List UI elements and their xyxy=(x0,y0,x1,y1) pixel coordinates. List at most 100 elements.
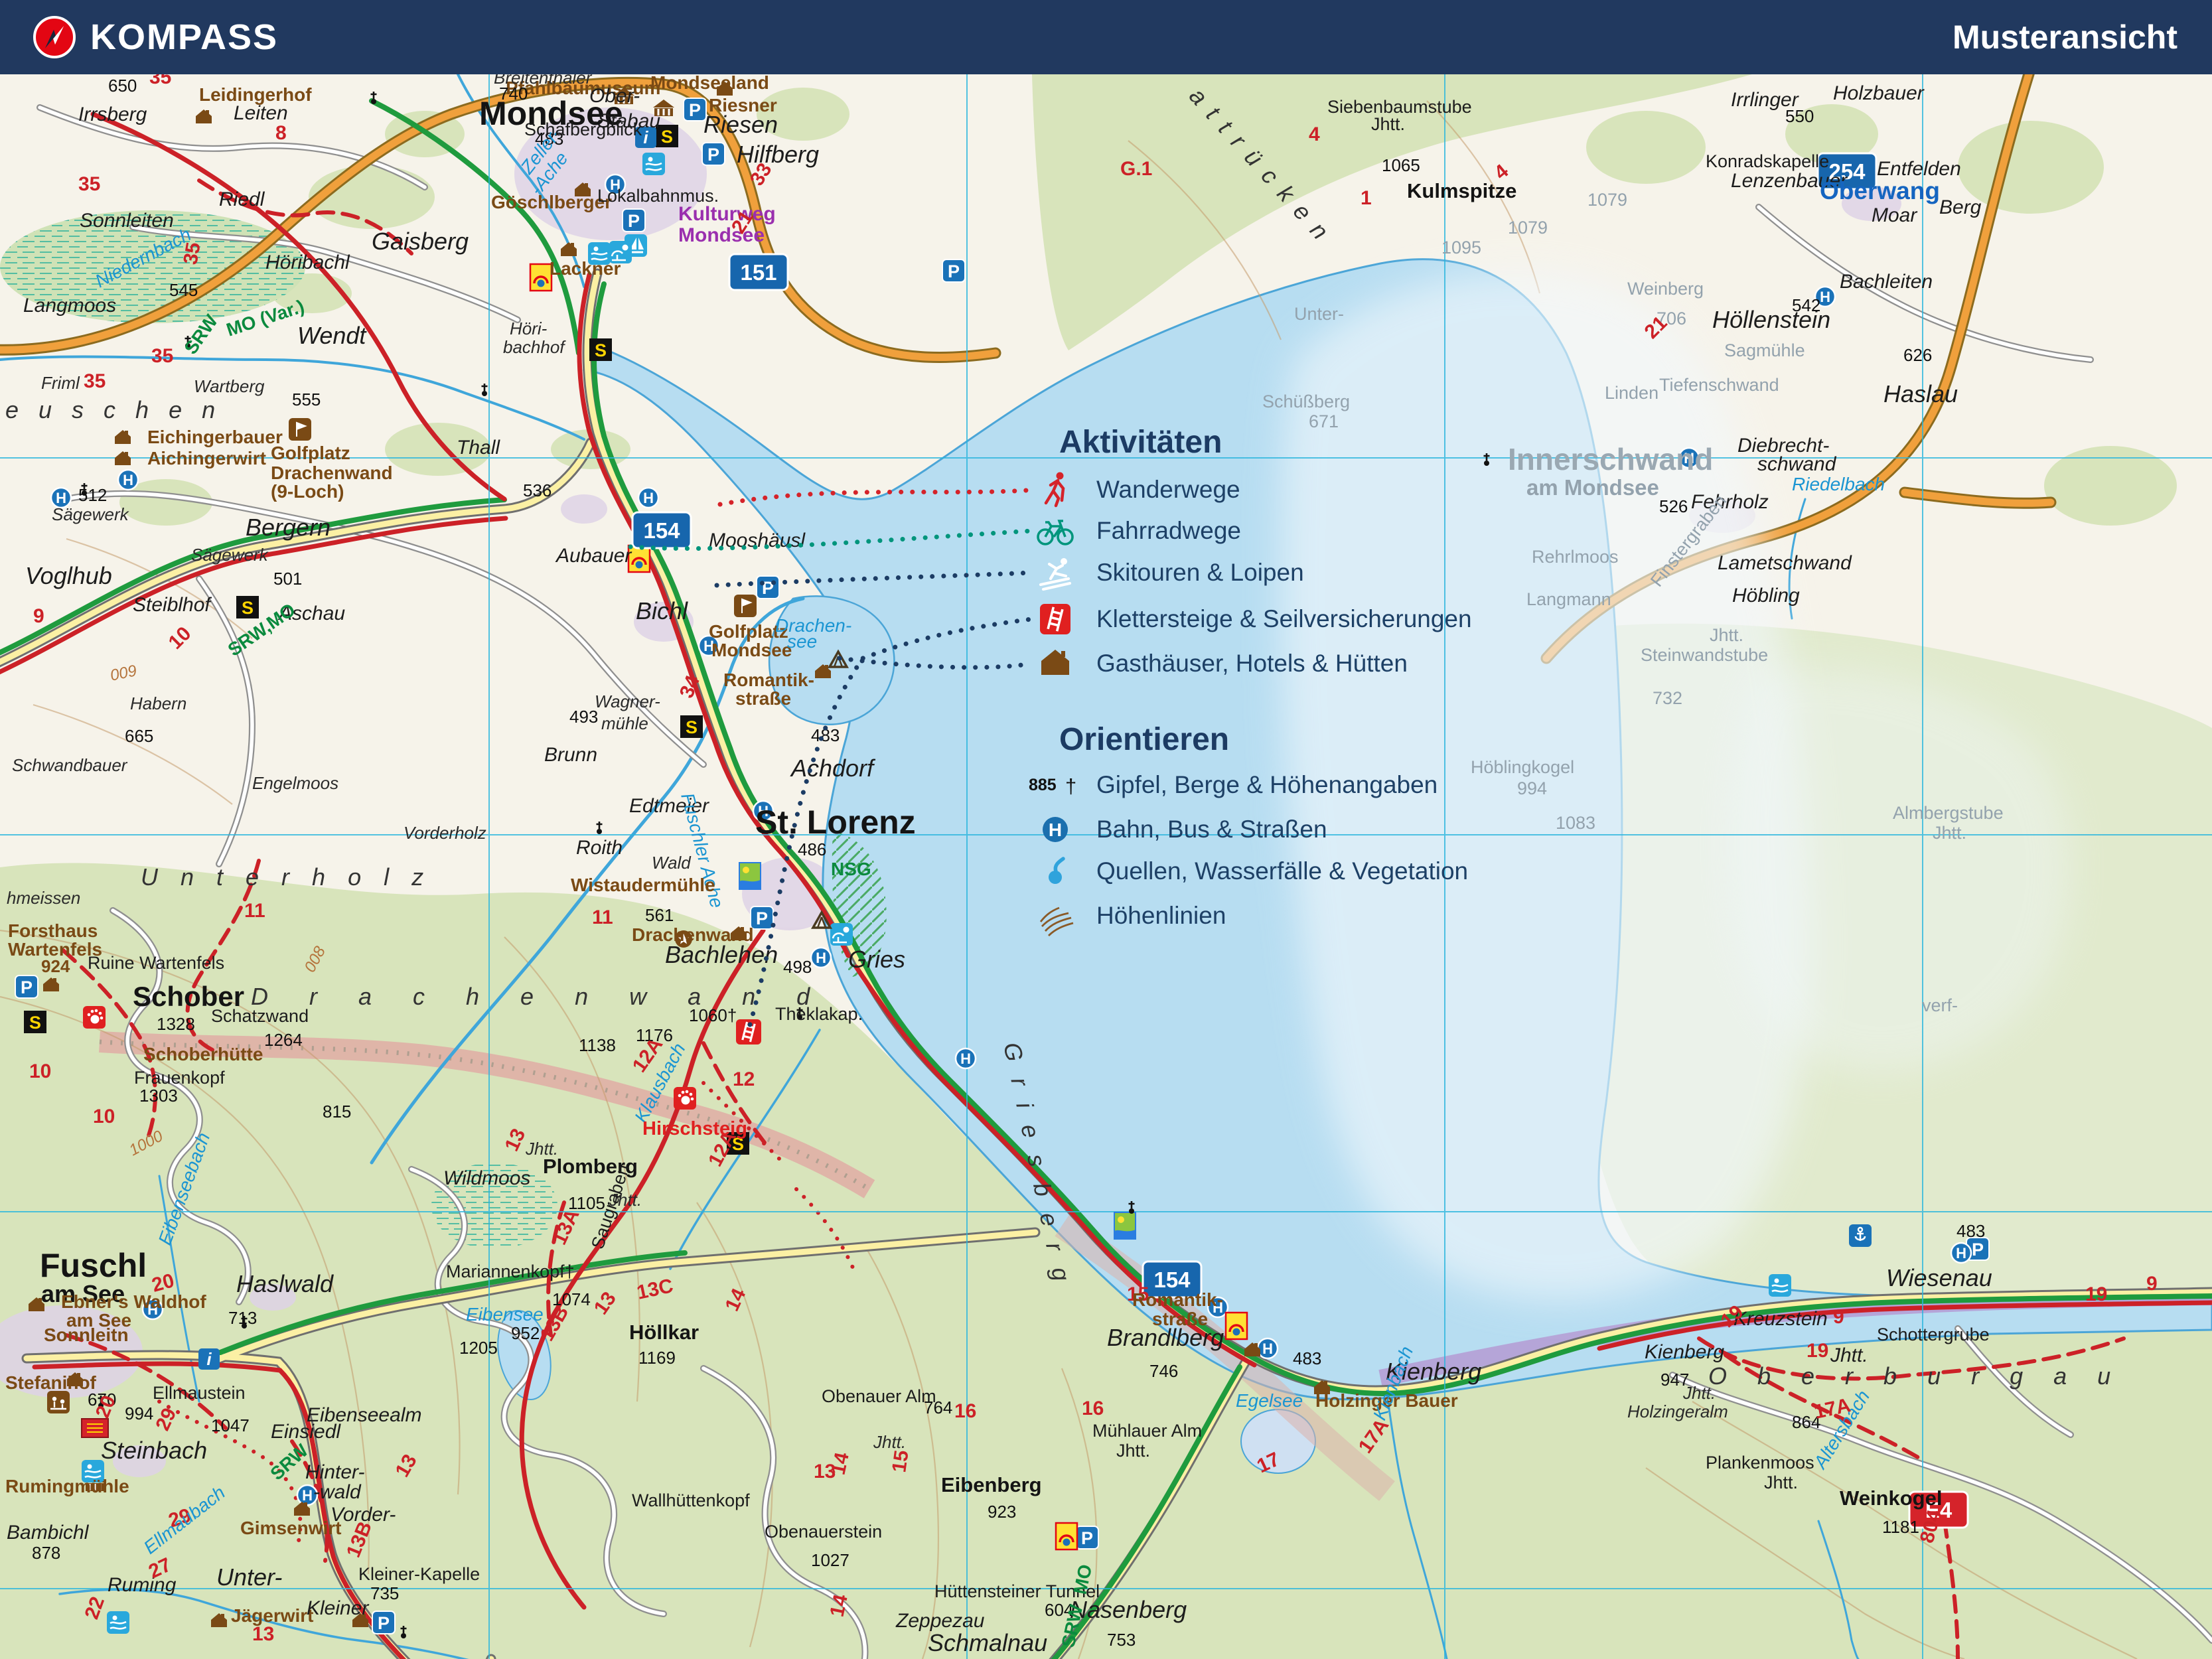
place-label: Schmalnau xyxy=(928,1629,1047,1656)
place-label: Steinbach xyxy=(101,1437,207,1464)
faded-label: Steinwandstube xyxy=(1641,645,1768,665)
map-canvas: P S i H H xyxy=(0,74,2212,1659)
place-label: Riesen xyxy=(703,111,778,138)
road-shield-number: 154 xyxy=(1153,1267,1191,1292)
place-label: 486 xyxy=(798,839,826,859)
poi-label: Mondseeland xyxy=(650,74,769,93)
poi-label: Jägerwirt xyxy=(231,1605,314,1626)
parking-icon xyxy=(702,143,725,165)
peak-icon: 885 xyxy=(1029,776,1057,794)
bus-icon xyxy=(1951,1243,1971,1263)
faded-label: Linden xyxy=(1605,383,1659,403)
faded-label: Rehrlmoos xyxy=(1532,547,1619,567)
parking-icon xyxy=(942,259,965,282)
logo-green-icon xyxy=(739,863,761,889)
brand-name: KOMPASS xyxy=(90,17,278,58)
place-label: Mariannenkopf† xyxy=(446,1262,575,1281)
place-label: Schafbergblick xyxy=(524,119,642,139)
road-shield: 154 xyxy=(632,512,691,548)
place-label: 1047 xyxy=(211,1415,250,1435)
place-label: 994 xyxy=(125,1404,153,1423)
faded-label: 1079 xyxy=(1508,218,1548,238)
place-label: 1328 xyxy=(157,1014,195,1034)
route-number-label: 9 xyxy=(2146,1273,2158,1295)
place-label: 878 xyxy=(32,1543,60,1563)
poi-label: Rumingmühle xyxy=(5,1476,129,1496)
faded-label: Innerschwand xyxy=(1508,442,1713,476)
top-bar: KOMPASS Musteransicht xyxy=(0,0,2212,74)
route-name-label: NSG xyxy=(831,859,871,879)
place-label: Eibenberg xyxy=(941,1473,1042,1496)
place-label: Kulmspitze xyxy=(1407,179,1516,202)
place-label: 1138 xyxy=(579,1035,616,1055)
route-number-label: 16 xyxy=(1082,1398,1104,1419)
place-label: Hinter- xyxy=(305,1461,364,1483)
bus-icon xyxy=(638,488,658,508)
faded-label: 994 xyxy=(1517,778,1547,798)
legend-orientation-title: Orientieren xyxy=(1059,722,1229,757)
place-label: 923 xyxy=(988,1502,1016,1522)
bus-stop-icon xyxy=(1043,817,1068,842)
legend-item-label: Gipfel, Berge & Höhenangaben xyxy=(1096,771,1438,798)
place-label: 493 xyxy=(569,707,598,727)
bus-icon xyxy=(118,470,138,490)
place-label: Sägewerk xyxy=(52,504,130,524)
swim-icon xyxy=(107,1611,129,1634)
poi-label: (9-Loch) xyxy=(271,481,344,502)
place-label: Berg xyxy=(1939,196,1982,218)
faded-label: Schüßberg xyxy=(1262,392,1350,411)
place-label: Ober- xyxy=(589,85,640,107)
place-label: Sägewerk xyxy=(191,545,269,565)
route-number-label: 35 xyxy=(78,173,100,195)
place-label: Jhtt. xyxy=(873,1432,906,1452)
route-number-label: 19 xyxy=(1806,1340,1828,1362)
legend-item-label: Gasthäuser, Hotels & Hütten xyxy=(1096,650,1408,677)
place-label: Entfelden xyxy=(1877,158,1961,180)
place-label: 561 xyxy=(645,905,674,925)
poi-label: Wistaudermühle xyxy=(571,875,715,895)
route-number-label: 14 xyxy=(826,1593,852,1619)
legend-item-label: Klettersteige & Seilversicherungen xyxy=(1096,605,1472,632)
poi-label: Forsthaus xyxy=(8,920,98,941)
place-label: Konradskapelle xyxy=(1706,151,1829,171)
place-label: Holzingeralm xyxy=(1627,1402,1728,1421)
place-label: Brandlberg xyxy=(1107,1324,1224,1351)
place-label: Mühlauer Alm xyxy=(1092,1421,1202,1441)
legend-item-label: Fahrradwege xyxy=(1096,517,1241,544)
page-title: Musteransicht xyxy=(1953,18,2177,56)
place-label: Roith xyxy=(576,837,623,859)
poi-label: Golfplatz xyxy=(271,443,350,463)
legend-item-orientation: Quellen, Wasserfälle & Vegetation xyxy=(1049,857,1468,885)
info-icon xyxy=(198,1348,220,1370)
compass-icon xyxy=(31,13,78,61)
parking-icon xyxy=(372,1611,395,1634)
poi-label: Romantik- xyxy=(723,670,814,690)
place-label: Wald xyxy=(652,853,692,873)
place-label: 746 xyxy=(1149,1361,1178,1381)
place-label: Achdorf xyxy=(790,755,876,782)
climb-icon xyxy=(674,1087,696,1110)
place-label: 1205 xyxy=(459,1338,498,1358)
place-label: 815 xyxy=(323,1102,351,1121)
place-label: St. Lorenz xyxy=(755,804,916,841)
legend-item-label: Wanderwege xyxy=(1096,476,1240,503)
faded-label: Weinberg xyxy=(1627,279,1704,299)
route-number-label: 12 xyxy=(733,1068,755,1090)
sbahn-icon xyxy=(589,338,612,361)
route-number-label: 9 xyxy=(33,605,44,627)
place-label: Kulturweg xyxy=(678,203,776,225)
place-label: 536 xyxy=(523,480,552,500)
bus-icon xyxy=(811,948,831,968)
play-icon xyxy=(47,1391,70,1413)
swim-icon xyxy=(1769,1274,1791,1297)
legend-item-label: Quellen, Wasserfälle & Vegetation xyxy=(1096,857,1468,885)
place-label: Jhtt. xyxy=(1764,1473,1798,1492)
route-number-label: 35 xyxy=(179,241,204,267)
poi-label: Aichingerwirt xyxy=(147,448,266,469)
route-number-label: 9 xyxy=(1833,1306,1844,1328)
place-label: Oberwang xyxy=(1820,177,1940,204)
route-number-label: 35 xyxy=(149,74,171,88)
faded-label: verf- xyxy=(1922,995,1958,1015)
faded-label: Tiefenschwand xyxy=(1659,375,1779,395)
place-label: Haslau xyxy=(1883,380,1958,407)
